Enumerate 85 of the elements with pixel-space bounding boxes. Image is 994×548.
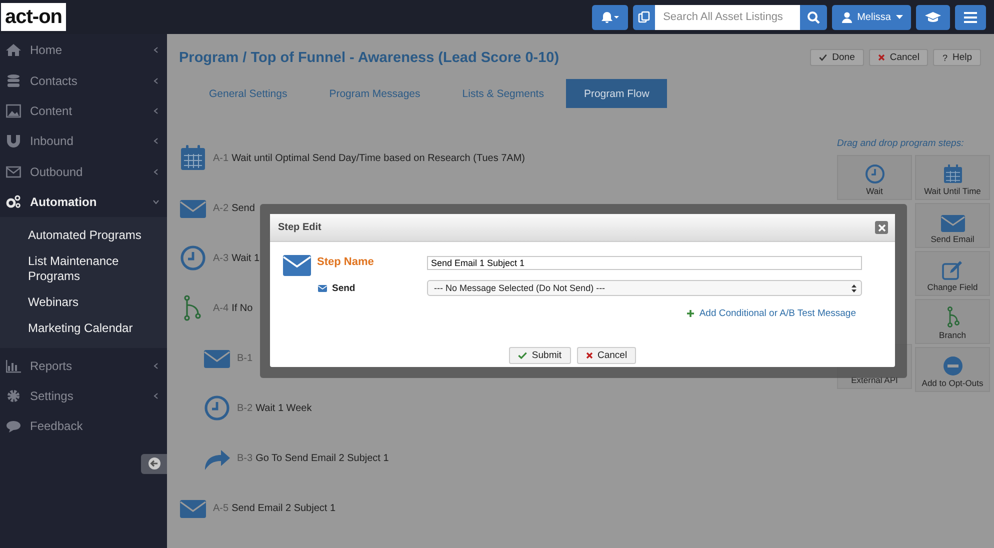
step-tile[interactable]: Wait: [837, 155, 912, 200]
step-name-field[interactable]: Send Email 1 Subject 1: [427, 256, 862, 270]
nav-item[interactable]: Feedback: [0, 411, 167, 442]
envelope-icon: [283, 254, 311, 276]
close-icon: [878, 224, 886, 232]
bell-icon: [601, 11, 620, 23]
step-tile[interactable]: Branch: [915, 299, 990, 344]
close-button[interactable]: [875, 221, 888, 234]
step-tile[interactable]: Wait Until Time: [915, 155, 990, 200]
step-label[interactable]: A-5 Send Email 2 Subject 1: [213, 502, 336, 514]
nav-item[interactable]: Settings: [0, 380, 167, 412]
graduation-cap-icon: [925, 11, 941, 23]
nav-item[interactable]: Content: [0, 96, 167, 126]
nav-item[interactable]: Outbound: [0, 156, 167, 187]
search-button[interactable]: [800, 4, 828, 30]
collapse-sidebar-button[interactable]: [141, 454, 167, 474]
step-tile[interactable]: Add to Opt-Outs: [915, 347, 990, 392]
copy-button[interactable]: [633, 4, 656, 30]
submenu-item[interactable]: List Maintenance Programs: [0, 249, 167, 290]
nav-icon: [6, 388, 21, 403]
envelope-icon: [940, 214, 964, 232]
checkmark-icon: [819, 54, 828, 61]
submenu-item[interactable]: Marketing Calendar: [0, 316, 167, 342]
cancel-button[interactable]: Cancel: [868, 49, 928, 66]
nav-icon: [6, 358, 21, 373]
step-tile[interactable]: Change Field: [915, 251, 990, 296]
send-label: Send: [332, 282, 356, 294]
nav-icon: [6, 419, 21, 434]
step-label[interactable]: A-3 Wait 1: [213, 252, 260, 264]
select-arrows-icon: [851, 284, 857, 292]
step-label[interactable]: B-2 Wait 1 Week: [237, 402, 312, 414]
step-label[interactable]: B-3 Go To Send Email 2 Subject 1: [237, 452, 389, 464]
nav-item[interactable]: Automation: [0, 186, 167, 218]
clock-icon: [864, 164, 884, 184]
nav-icon: [6, 164, 21, 179]
add-conditional-link[interactable]: Add Conditional or A/B Test Message: [699, 308, 856, 319]
user-icon: [842, 12, 852, 22]
copy-icon: [638, 11, 650, 23]
submenu-item[interactable]: Webinars: [0, 290, 167, 316]
submenu-item[interactable]: Automated Programs: [0, 223, 167, 250]
envelope-icon: [318, 284, 327, 292]
graduation-cap-button[interactable]: [916, 4, 950, 30]
calendar-icon: [179, 144, 207, 172]
x-icon: [878, 54, 885, 61]
user-menu-button[interactable]: Melissa: [832, 4, 911, 30]
submit-button[interactable]: Submit: [508, 347, 570, 364]
arrow-left-icon: [148, 457, 160, 470]
x-icon: [586, 352, 592, 359]
menu-button[interactable]: [955, 4, 986, 30]
nav-item[interactable]: Contacts: [0, 65, 167, 96]
nav-item[interactable]: Reports: [0, 350, 167, 381]
nav-icon: [6, 104, 21, 118]
clock-icon: [203, 394, 231, 422]
step-name-label: Step Name: [317, 256, 374, 268]
nav-icon: [6, 43, 21, 58]
step-label[interactable]: A-4 If No: [213, 302, 253, 314]
search-field[interactable]: Search All Asset Listings: [655, 4, 800, 30]
cancel-button[interactable]: Cancel: [576, 347, 636, 364]
tab[interactable]: Program Flow: [566, 79, 668, 108]
plus-icon: [687, 310, 694, 317]
calendar-icon: [942, 164, 962, 184]
nav-item[interactable]: Home: [0, 35, 167, 66]
nav-icon: [6, 134, 21, 148]
menu-icon: [964, 12, 977, 22]
palette-heading: Drag and drop program steps:: [837, 138, 965, 149]
message-select[interactable]: --- No Message Selected (Do Not Send) ---: [427, 280, 862, 296]
page-title: Program / Top of Funnel - Awareness (Lead Score 0-10): [179, 50, 560, 66]
branch-icon: [946, 306, 960, 328]
step-label[interactable]: A-1 Wait until Optimal Send Day/Time based on Research (Tues 7AM): [213, 152, 526, 164]
nav-item[interactable]: Inbound: [0, 126, 167, 157]
nav-icon: [6, 195, 21, 210]
checkmark-icon: [518, 352, 527, 359]
nav-icon: [6, 74, 21, 88]
step-label[interactable]: A-2 Send: [213, 202, 255, 214]
clock-icon: [179, 244, 207, 272]
search-icon: [807, 10, 820, 24]
caret-icon: [896, 15, 903, 19]
done-button[interactable]: Done: [810, 49, 864, 66]
logo[interactable]: act-on: [1, 3, 66, 31]
edit-icon: [942, 260, 964, 280]
dialog-title: Step Edit: [278, 222, 322, 233]
minus-circle-icon: [942, 356, 962, 376]
step-tile[interactable]: Send Email: [915, 203, 990, 248]
help-button[interactable]: ? Help: [933, 49, 981, 66]
notifications-button[interactable]: [592, 4, 628, 30]
